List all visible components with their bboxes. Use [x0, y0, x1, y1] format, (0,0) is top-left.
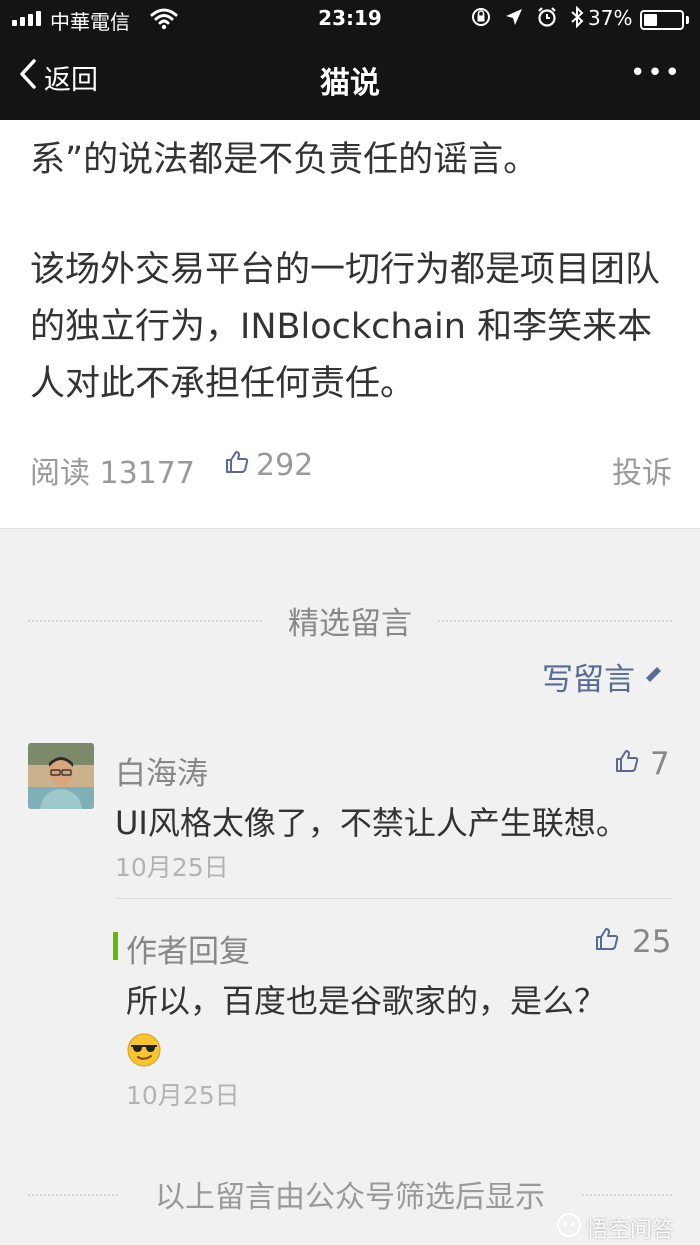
comment-text: UI风格太像了，不禁让人产生联想。: [115, 804, 628, 842]
battery-percent: 37%: [588, 6, 633, 30]
reply-accent-bar: [113, 932, 118, 960]
comment-author[interactable]: 白海涛: [115, 748, 208, 793]
reply-date: 10月25日: [126, 1081, 240, 1110]
like-count: 292: [256, 448, 314, 483]
watermark-text: 悟空问答: [586, 1218, 675, 1243]
thumbs-up-icon: [224, 448, 250, 483]
location-icon: [504, 7, 524, 32]
status-bar: 中華電信 23:19 37%: [0, 0, 700, 40]
reply-like-button[interactable]: 25: [594, 924, 671, 960]
write-comment-label: 写留言: [542, 662, 635, 698]
watermark: 悟空问答: [556, 1212, 674, 1244]
thumbs-up-icon: [614, 746, 640, 782]
reply-like-count: 25: [632, 924, 672, 960]
alarm-icon: [536, 6, 558, 33]
write-comment-button[interactable]: 写留言: [542, 654, 665, 699]
battery-level: [644, 14, 657, 26]
article-body: 系”的说法都是不负责任的谣言。 该场外交易平台的一切行为都是项目团队的独立行为，…: [0, 120, 700, 529]
comment-like-count: 7: [650, 746, 670, 782]
comments-footer: 以上留言由公众号筛选后显示: [28, 1172, 672, 1216]
article-like-button[interactable]: 292: [224, 448, 313, 483]
top-bar: 中華電信 23:19 37% 返回 猫说 •••: [0, 0, 700, 120]
comment-date: 10月25日: [115, 853, 229, 882]
comments-header: 精选留言: [28, 598, 672, 642]
pencil-icon: [641, 659, 665, 695]
battery-icon: [640, 10, 684, 30]
avatar[interactable]: [28, 743, 94, 809]
reply-text: 所以，百度也是谷歌家的，是么？: [126, 982, 607, 1020]
sunglasses-emoji-icon: [126, 1032, 162, 1068]
thumbs-up-icon: [594, 924, 620, 960]
bluetooth-icon: [570, 5, 584, 33]
footer-text: 以上留言由公众号筛选后显示: [143, 1180, 557, 1215]
page-title: 猫说: [320, 66, 380, 101]
comment-like-button[interactable]: 7: [614, 746, 670, 782]
comments-title: 精选留言: [276, 606, 424, 642]
orientation-lock-icon: [470, 6, 492, 33]
author-reply-label: 作者回复: [126, 934, 250, 970]
navigation-bar: 返回 猫说 •••: [0, 40, 700, 120]
report-link[interactable]: 投诉: [612, 448, 672, 492]
article-paragraph: 系”的说法都是不负责任的谣言。: [30, 140, 539, 180]
read-count: 阅读 13177: [30, 456, 195, 491]
more-options-button[interactable]: •••: [630, 58, 682, 88]
wukong-logo-icon: [556, 1212, 582, 1244]
article-paragraph: 该场外交易平台的一切行为都是项目团队的独立行为，INBlockchain 和李笑…: [30, 250, 661, 404]
divider: [115, 898, 672, 899]
